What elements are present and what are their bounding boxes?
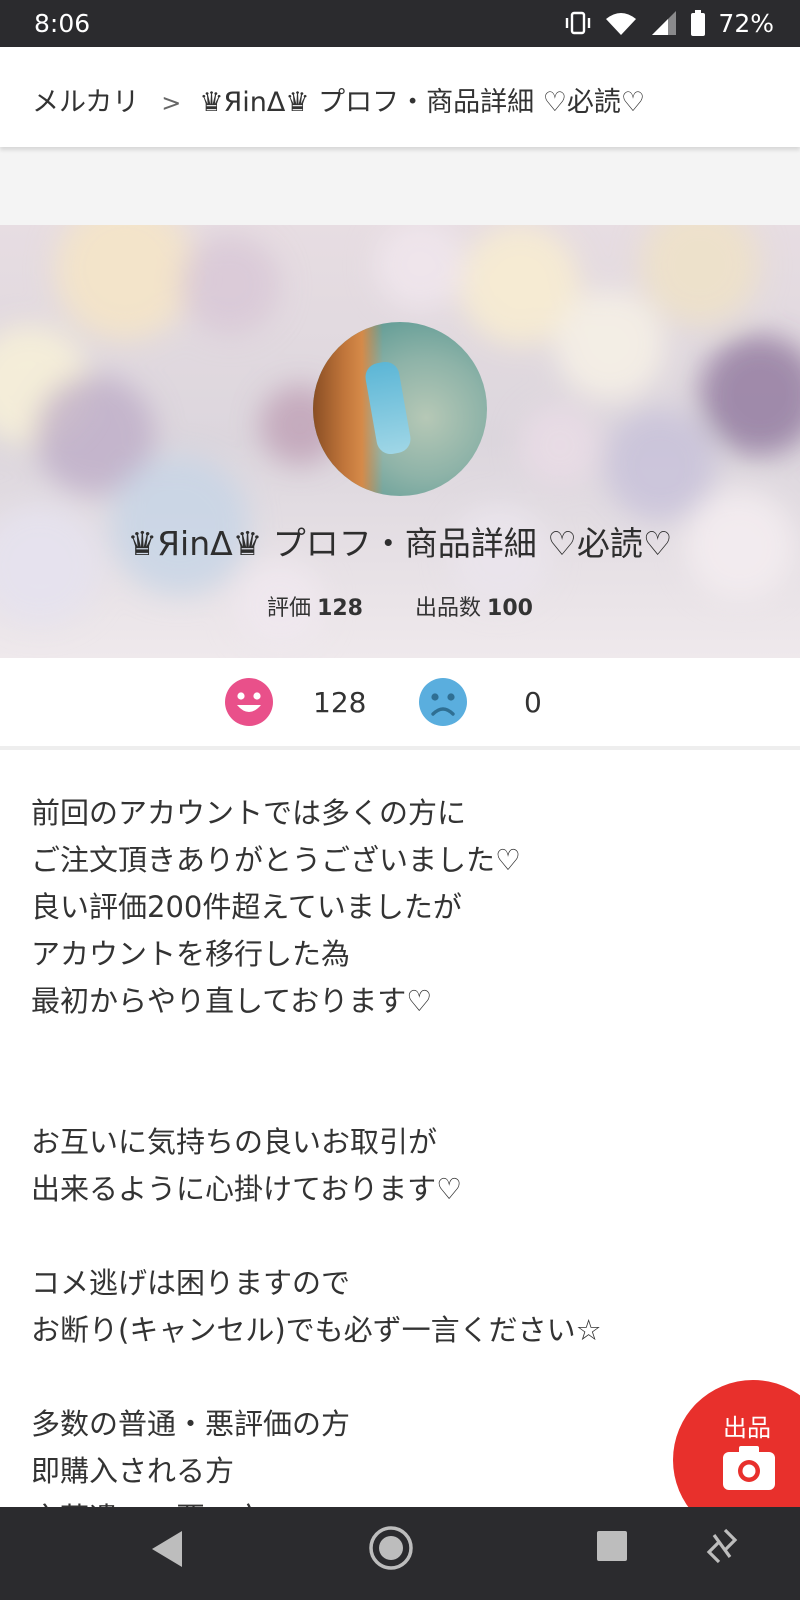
home-icon[interactable]	[368, 1525, 414, 1571]
sell-button-label: 出品	[723, 1414, 771, 1442]
vibrate-icon	[566, 11, 591, 35]
smile-face-icon	[225, 678, 273, 726]
sad-face-icon	[419, 678, 467, 726]
description-line	[31, 1072, 771, 1119]
description-line: 出来るように心掛けております♡	[31, 1172, 463, 1206]
description-line: アカウントを移行した為	[31, 937, 351, 971]
breadcrumb-current: ♛ЯinΔ♛ プロフ・商品詳細 ♡必読♡	[199, 87, 646, 118]
rating-stat-label: 評価	[267, 596, 312, 621]
description-line: 良い評価200件超えていましたが	[31, 890, 462, 924]
description-line	[31, 1213, 771, 1260]
status-time: 8:06	[34, 9, 91, 38]
status-bar: 8:06 72%	[0, 0, 800, 47]
description-line: 前回のアカウントでは多くの方に	[31, 796, 467, 830]
good-rating-count: 128	[313, 686, 367, 719]
camera-icon	[723, 1446, 775, 1490]
ratings-row: 128 0	[0, 658, 800, 750]
signal-icon	[652, 11, 677, 35]
description-line: コメ逃げは困りますので	[31, 1266, 351, 1300]
breadcrumb-header: メルカリ > ♛ЯinΔ♛ プロフ・商品詳細 ♡必読♡	[0, 47, 800, 147]
system-nav-bar	[0, 1507, 800, 1600]
chevron-right-icon: >	[161, 88, 182, 117]
wifi-icon	[606, 13, 637, 35]
header-spacer	[0, 147, 800, 225]
description-line: 最初からやり直しております♡	[31, 984, 433, 1018]
listings-stat-value: 100	[487, 596, 533, 621]
description-line: ご注文頂きありがとうございました♡	[31, 843, 521, 877]
rating-stat[interactable]: 評価 128	[267, 590, 363, 622]
profile-description: 前回のアカウントでは多くの方に ご注文頂きありがとうございました♡ 良い評価20…	[31, 790, 771, 1507]
battery-percent: 72%	[718, 8, 774, 38]
description-scroll[interactable]: 前回のアカウントでは多くの方に ご注文頂きありがとうございました♡ 良い評価20…	[0, 750, 800, 1507]
listings-stat-label: 出品数	[415, 596, 482, 621]
back-icon[interactable]	[150, 1529, 184, 1569]
description-line	[31, 1025, 771, 1072]
profile-banner: ♛ЯinΔ♛ プロフ・商品詳細 ♡必読♡ 評価 128 出品数 100	[0, 225, 800, 658]
breadcrumb: メルカリ > ♛ЯinΔ♛ プロフ・商品詳細 ♡必読♡	[32, 80, 645, 119]
description-line: 多数の普通・悪評価の方	[31, 1407, 351, 1441]
description-line: お断り(キャンセル)でも必ず一言ください☆	[31, 1313, 602, 1347]
bad-rating-count: 0	[524, 686, 542, 719]
rotate-icon[interactable]	[705, 1527, 739, 1565]
description-line: 即購入される方	[31, 1454, 235, 1488]
avatar[interactable]	[313, 322, 487, 496]
battery-icon	[691, 10, 706, 36]
breadcrumb-home-link[interactable]: メルカリ	[32, 80, 139, 119]
description-line: お互いに気持ちの良いお取引が	[31, 1125, 438, 1159]
profile-name: ♛ЯinΔ♛ プロフ・商品詳細 ♡必読♡	[127, 524, 673, 563]
description-line	[31, 1354, 771, 1401]
status-icons: 72%	[564, 8, 774, 38]
description-line: 言葉遣いの悪い方	[31, 1495, 771, 1507]
recents-icon[interactable]	[597, 1531, 627, 1561]
listings-stat[interactable]: 出品数 100	[415, 590, 533, 622]
profile-stats: 評価 128 出品数 100	[0, 590, 800, 622]
rating-stat-value: 128	[317, 596, 363, 621]
